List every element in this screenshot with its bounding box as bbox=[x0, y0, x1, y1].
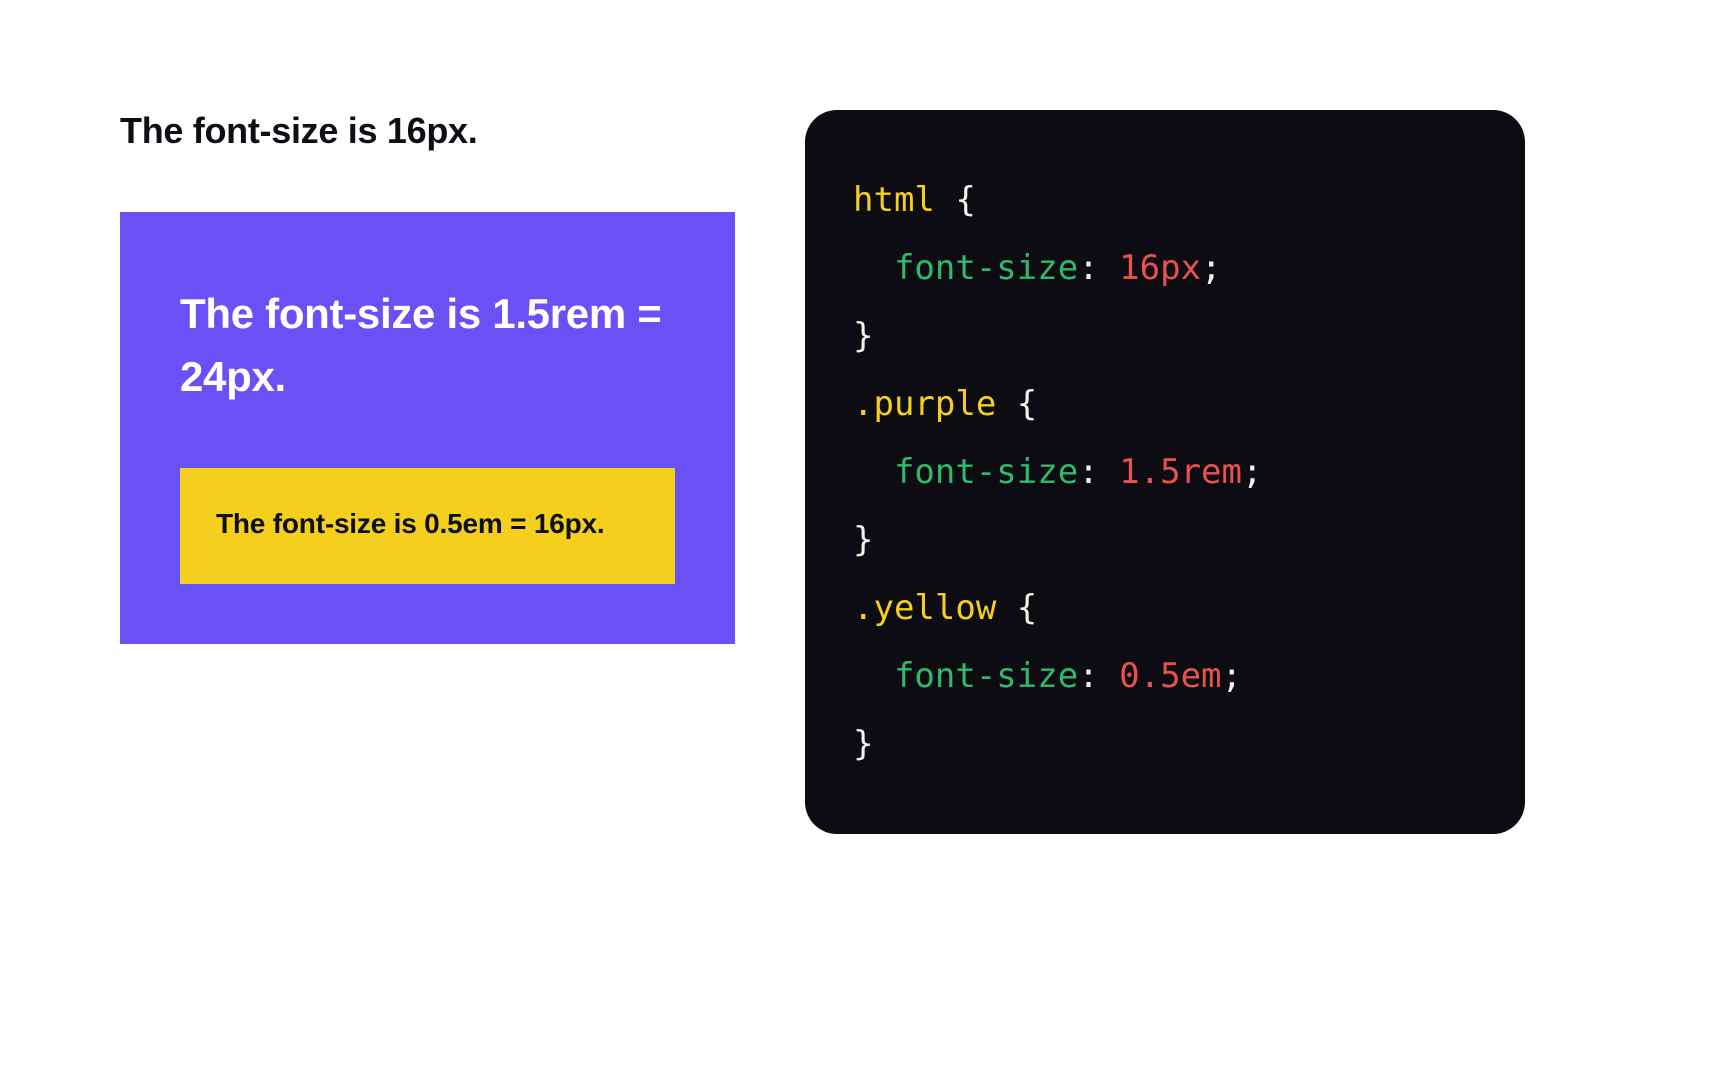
semicolon: ; bbox=[1242, 452, 1262, 492]
css-value: 16px bbox=[1119, 248, 1201, 288]
css-property: font-size bbox=[894, 452, 1078, 492]
brace-close: } bbox=[853, 520, 873, 560]
semicolon: ; bbox=[1222, 656, 1242, 696]
css-value: 0.5em bbox=[1119, 656, 1221, 696]
code-line-brace-close: } bbox=[853, 302, 1469, 370]
colon: : bbox=[1078, 248, 1098, 288]
purple-box: The font-size is 1.5rem = 24px. The font… bbox=[120, 212, 735, 644]
code-line-selector-purple: .purple { bbox=[853, 370, 1469, 438]
code-line-selector-yellow: .yellow { bbox=[853, 574, 1469, 642]
code-panel: html { font-size: 16px; } .purple { font… bbox=[805, 110, 1608, 834]
code-line-selector-html: html { bbox=[853, 166, 1469, 234]
code-line-decl-2: font-size: 1.5rem; bbox=[853, 438, 1469, 506]
css-property: font-size bbox=[894, 248, 1078, 288]
indent bbox=[853, 656, 894, 696]
css-property: font-size bbox=[894, 656, 1078, 696]
code-line-decl-1: font-size: 16px; bbox=[853, 234, 1469, 302]
brace-close: } bbox=[853, 724, 873, 764]
css-code-block: html { font-size: 16px; } .purple { font… bbox=[805, 110, 1525, 834]
space bbox=[1099, 452, 1119, 492]
css-selector-html: html bbox=[853, 180, 935, 220]
space bbox=[1099, 656, 1119, 696]
visual-demo-panel: The font-size is 16px. The font-size is … bbox=[120, 110, 735, 834]
purple-font-label: The font-size is 1.5rem = 24px. bbox=[180, 282, 675, 408]
colon: : bbox=[1078, 452, 1098, 492]
indent bbox=[853, 248, 894, 288]
brace-close: } bbox=[853, 316, 873, 356]
space bbox=[1099, 248, 1119, 288]
indent bbox=[853, 452, 894, 492]
brace-open: { bbox=[996, 384, 1037, 424]
yellow-font-label: The font-size is 0.5em = 16px. bbox=[216, 500, 639, 548]
css-value: 1.5rem bbox=[1119, 452, 1242, 492]
code-line-brace-close: } bbox=[853, 710, 1469, 778]
css-selector-purple: .purple bbox=[853, 384, 996, 424]
code-line-decl-3: font-size: 0.5em; bbox=[853, 642, 1469, 710]
code-line-brace-close: } bbox=[853, 506, 1469, 574]
css-selector-yellow: .yellow bbox=[853, 588, 996, 628]
diagram-container: The font-size is 16px. The font-size is … bbox=[0, 0, 1728, 944]
colon: : bbox=[1078, 656, 1098, 696]
yellow-box: The font-size is 0.5em = 16px. bbox=[180, 468, 675, 584]
base-font-label: The font-size is 16px. bbox=[120, 110, 735, 152]
brace-open: { bbox=[935, 180, 976, 220]
semicolon: ; bbox=[1201, 248, 1221, 288]
brace-open: { bbox=[996, 588, 1037, 628]
